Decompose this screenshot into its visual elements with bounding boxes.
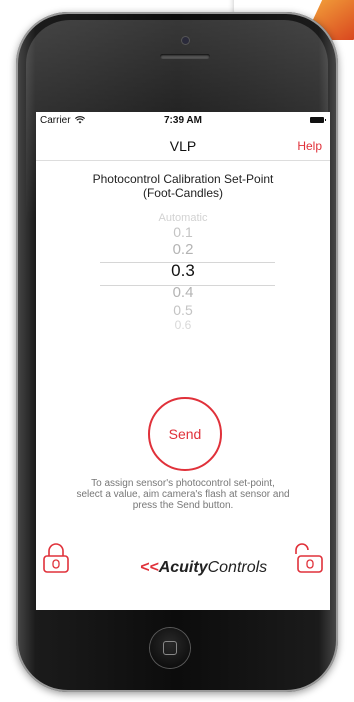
earpiece-speaker — [160, 54, 210, 59]
heading-line-2: (Foot-Candles) — [142, 186, 224, 200]
heading-line-1: Photocontrol Calibration Set-Point — [92, 172, 274, 186]
picker-option[interactable]: 0.4 — [36, 284, 330, 301]
status-bar: Carrier 7:39 AM — [36, 112, 330, 130]
instructions-line-1: To assign sensor's photocontrol set-poin… — [91, 478, 275, 489]
help-button[interactable]: Help — [297, 139, 322, 153]
picker-option[interactable]: 0.2 — [36, 241, 330, 258]
instructions-line-3: press the Send button. — [132, 500, 234, 511]
picker-option[interactable]: 0.6 — [36, 318, 330, 332]
logo-word-1: Acuity — [158, 559, 208, 576]
picker-option[interactable]: 0.5 — [36, 302, 330, 318]
home-button[interactable] — [150, 628, 190, 668]
picker-option[interactable]: 0.1 — [36, 224, 330, 240]
logo-word-2: Controls — [207, 559, 268, 576]
page-title: VLP — [169, 138, 197, 154]
acuity-controls-logo: <<AcuityControls — [140, 559, 267, 577]
send-button[interactable]: Send — [148, 397, 222, 471]
front-camera — [182, 37, 189, 44]
battery-icon — [310, 117, 326, 123]
app-screen: Carrier 7:39 AM VLP Help Photocontrol Ca… — [36, 112, 330, 610]
instructions-line-2: select a value, aim camera's flash at se… — [76, 489, 290, 500]
navigation-bar: VLP Help — [36, 130, 330, 161]
setpoint-heading: Photocontrol Calibration Set-Point (Foot… — [36, 172, 330, 200]
lock-open-icon[interactable] — [292, 542, 324, 574]
picker-selection-line — [100, 285, 275, 286]
picker-option[interactable]: Automatic — [36, 212, 330, 224]
clock: 7:39 AM — [164, 115, 202, 126]
picker-selection-line — [100, 262, 275, 263]
logo-arrows: << — [140, 559, 159, 576]
home-button-square — [163, 641, 177, 655]
picker-option-selected[interactable]: 0.3 — [36, 261, 330, 281]
lock-closed-icon[interactable] — [42, 542, 70, 574]
instructions-text: To assign sensor's photocontrol set-poin… — [42, 478, 324, 511]
